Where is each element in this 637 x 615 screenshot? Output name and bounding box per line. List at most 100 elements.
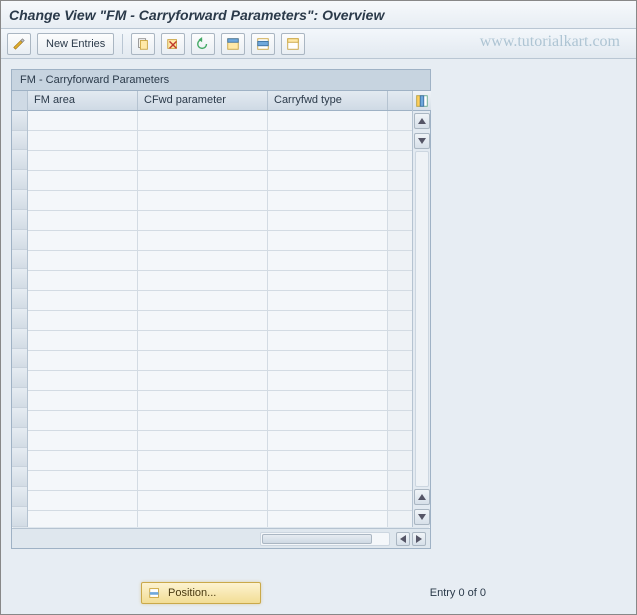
table-cell[interactable] — [28, 431, 138, 450]
table-cell[interactable] — [138, 151, 268, 170]
scroll-down-button[interactable] — [414, 133, 430, 149]
table-cell[interactable] — [268, 331, 388, 350]
table-row[interactable] — [28, 211, 412, 231]
table-cell[interactable] — [138, 491, 268, 510]
row-selector[interactable] — [12, 329, 27, 349]
table-row[interactable] — [28, 391, 412, 411]
select-all-button[interactable] — [221, 33, 245, 55]
table-cell[interactable] — [268, 511, 388, 527]
table-cell[interactable] — [28, 511, 138, 527]
select-block-button[interactable] — [251, 33, 275, 55]
row-selector[interactable] — [12, 289, 27, 309]
table-row[interactable] — [28, 191, 412, 211]
table-cell[interactable] — [138, 511, 268, 527]
row-selector[interactable] — [12, 190, 27, 210]
row-selector[interactable] — [12, 250, 27, 270]
table-row[interactable] — [28, 251, 412, 271]
row-selector[interactable] — [12, 131, 27, 151]
table-cell[interactable] — [138, 391, 268, 410]
table-row[interactable] — [28, 331, 412, 351]
scroll-up-button[interactable] — [414, 113, 430, 129]
table-cell[interactable] — [138, 411, 268, 430]
table-cell[interactable] — [138, 351, 268, 370]
row-selector[interactable] — [12, 170, 27, 190]
table-cell[interactable] — [138, 211, 268, 230]
table-row[interactable] — [28, 131, 412, 151]
table-cell[interactable] — [268, 251, 388, 270]
row-selector[interactable] — [12, 388, 27, 408]
table-cell[interactable] — [28, 111, 138, 130]
table-row[interactable] — [28, 271, 412, 291]
table-cell[interactable] — [268, 111, 388, 130]
table-cell[interactable] — [268, 131, 388, 150]
table-cell[interactable] — [28, 451, 138, 470]
row-selector[interactable] — [12, 269, 27, 289]
position-button[interactable]: Position... — [141, 582, 261, 604]
new-entries-button[interactable]: New Entries — [37, 33, 114, 55]
table-cell[interactable] — [268, 211, 388, 230]
table-cell[interactable] — [268, 351, 388, 370]
table-cell[interactable] — [28, 471, 138, 490]
table-cell[interactable] — [138, 251, 268, 270]
table-cell[interactable] — [138, 271, 268, 290]
scroll-thumb-horizontal[interactable] — [262, 534, 372, 544]
table-cell[interactable] — [138, 291, 268, 310]
row-selector[interactable] — [12, 230, 27, 250]
row-selector[interactable] — [12, 210, 27, 230]
row-selector[interactable] — [12, 111, 27, 131]
delete-button[interactable] — [161, 33, 185, 55]
row-selector[interactable] — [12, 487, 27, 507]
undo-change-button[interactable] — [191, 33, 215, 55]
table-row[interactable] — [28, 111, 412, 131]
table-cell[interactable] — [268, 231, 388, 250]
table-cell[interactable] — [138, 111, 268, 130]
table-cell[interactable] — [28, 231, 138, 250]
table-cell[interactable] — [138, 471, 268, 490]
row-selector[interactable] — [12, 428, 27, 448]
table-row[interactable] — [28, 511, 412, 527]
table-cell[interactable] — [138, 231, 268, 250]
table-cell[interactable] — [28, 251, 138, 270]
row-selector[interactable] — [12, 368, 27, 388]
table-cell[interactable] — [138, 171, 268, 190]
toggle-display-change-button[interactable] — [7, 33, 31, 55]
table-cell[interactable] — [268, 391, 388, 410]
table-row[interactable] — [28, 491, 412, 511]
configure-columns-button[interactable] — [413, 91, 431, 111]
table-cell[interactable] — [28, 311, 138, 330]
scroll-track-horizontal[interactable] — [260, 532, 390, 546]
table-cell[interactable] — [28, 151, 138, 170]
table-row[interactable] — [28, 371, 412, 391]
table-row[interactable] — [28, 411, 412, 431]
row-selector[interactable] — [12, 507, 27, 527]
table-row[interactable] — [28, 291, 412, 311]
table-cell[interactable] — [28, 491, 138, 510]
table-row[interactable] — [28, 471, 412, 491]
table-cell[interactable] — [268, 371, 388, 390]
table-cell[interactable] — [28, 191, 138, 210]
table-cell[interactable] — [268, 451, 388, 470]
row-selector[interactable] — [12, 309, 27, 329]
table-cell[interactable] — [28, 331, 138, 350]
column-header-fm-area[interactable]: FM area — [28, 91, 138, 110]
scroll-up-bottom-button[interactable] — [414, 489, 430, 505]
table-cell[interactable] — [28, 351, 138, 370]
deselect-all-button[interactable] — [281, 33, 305, 55]
table-cell[interactable] — [138, 131, 268, 150]
table-row[interactable] — [28, 151, 412, 171]
scroll-down-bottom-button[interactable] — [414, 509, 430, 525]
table-cell[interactable] — [28, 171, 138, 190]
table-cell[interactable] — [268, 411, 388, 430]
table-cell[interactable] — [138, 371, 268, 390]
column-header-cfwd-parameter[interactable]: CFwd parameter — [138, 91, 268, 110]
table-row[interactable] — [28, 451, 412, 471]
table-cell[interactable] — [28, 211, 138, 230]
table-cell[interactable] — [268, 431, 388, 450]
table-cell[interactable] — [28, 291, 138, 310]
row-selector[interactable] — [12, 349, 27, 369]
table-cell[interactable] — [138, 191, 268, 210]
table-cell[interactable] — [268, 291, 388, 310]
scroll-left-button[interactable] — [396, 532, 410, 546]
table-cell[interactable] — [28, 411, 138, 430]
table-cell[interactable] — [28, 271, 138, 290]
